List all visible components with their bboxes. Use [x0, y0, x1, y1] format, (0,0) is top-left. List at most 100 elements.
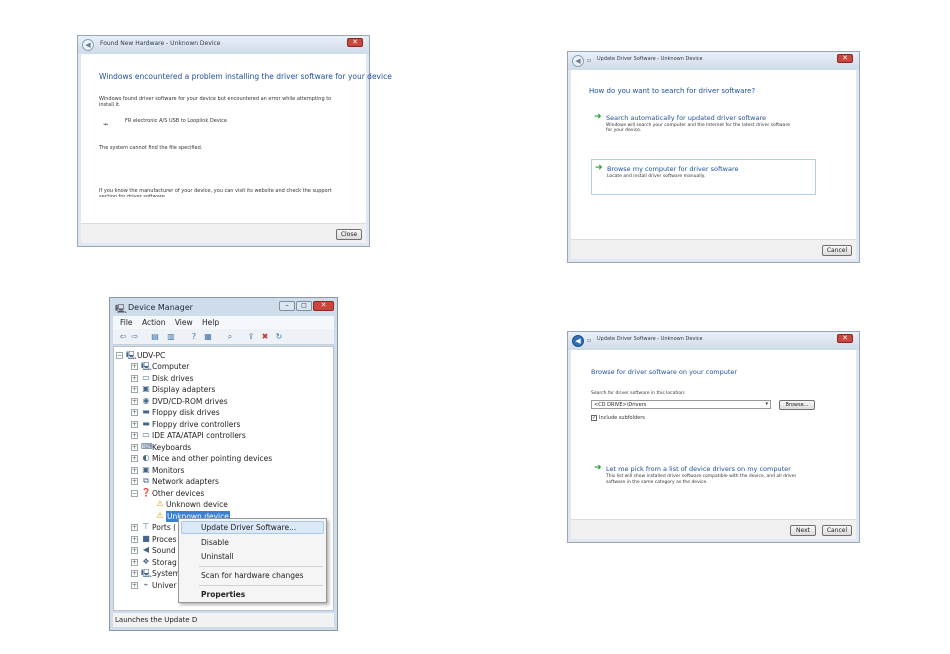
window-title: Update Driver Software - Unknown Device: [597, 56, 703, 62]
menu-file[interactable]: File: [120, 318, 133, 327]
path-combobox[interactable]: <CD DRIVE>\Drivers ▾: [591, 400, 771, 409]
speaker-icon: ◀: [142, 545, 150, 554]
close-icon[interactable]: ✕: [837, 54, 853, 63]
footer: Close: [81, 223, 366, 243]
footer: Cancel: [571, 239, 856, 259]
up-icon[interactable]: ▤: [150, 332, 160, 342]
warning-icon: ⚠: [156, 499, 164, 508]
error-line-1: Windows found driver software for your d…: [99, 96, 332, 102]
error-line-2: install it.: [99, 102, 121, 108]
chevron-down-icon: ▾: [765, 401, 768, 407]
window-title: Device Manager: [128, 303, 193, 312]
window-title: Update Driver Software - Unknown Device: [597, 336, 703, 342]
mouse-icon: ◐: [142, 453, 150, 462]
close-icon[interactable]: ✕: [837, 334, 853, 343]
title-bar: ◀ ▫ Update Driver Software - Unknown Dev…: [568, 52, 859, 70]
other-devices-icon: ❓: [141, 487, 151, 497]
port-icon: ⊤: [142, 522, 150, 531]
path-value: <CD DRIVE>\Drivers: [594, 402, 647, 408]
found-new-hardware-window: ◀ Found New Hardware - Unknown Device ✕ …: [77, 35, 392, 247]
option-description: Locate and install driver software manua…: [607, 174, 706, 179]
content-area: Browse for driver software on your compu…: [571, 350, 856, 522]
include-subfolders-checkbox[interactable]: ✓: [591, 415, 597, 421]
title-bar: ◀ Found New Hardware - Unknown Device ✕: [78, 36, 369, 54]
usb-icon: ⌁: [143, 579, 149, 589]
menu-item-disable[interactable]: Disable: [201, 538, 229, 547]
processor-icon: ■: [142, 533, 150, 543]
browse-computer-option[interactable]: ➜ Browse my computer for driver software…: [591, 159, 816, 195]
arrow-icon: ➜: [595, 163, 603, 173]
menu-help[interactable]: Help: [202, 318, 219, 327]
page-heading: Browse for driver software on your compu…: [591, 368, 738, 376]
minimize-button[interactable]: –: [279, 301, 295, 311]
menu-view[interactable]: View: [175, 318, 193, 327]
content-area: How do you want to search for driver sof…: [571, 70, 856, 242]
floppy-icon: ▬: [142, 407, 150, 416]
usb-device-icon: ⌁: [103, 120, 109, 130]
search-automatically-option[interactable]: ➜ Search automatically for updated drive…: [591, 112, 827, 138]
properties-icon[interactable]: ▦: [203, 332, 213, 342]
option-title: Browse my computer for driver software: [607, 165, 739, 173]
menu-item-scan-hardware[interactable]: Scan for hardware changes: [201, 571, 304, 580]
tip-line-2: section for driver software.: [99, 194, 167, 197]
search-location-label: Search for driver software in this locat…: [591, 391, 686, 396]
menu-separator: [199, 566, 323, 567]
content-area: Windows encountered a problem installing…: [81, 54, 392, 224]
enable-icon[interactable]: ↻: [274, 332, 284, 342]
scan-hardware-icon[interactable]: ⌕: [225, 332, 235, 342]
monitor-icon: ▣: [142, 464, 150, 474]
menu-bar: File Action View Help: [113, 316, 334, 329]
warning-icon: ⚠: [156, 510, 164, 520]
maximize-button[interactable]: □: [296, 301, 312, 311]
close-button[interactable]: ✕: [313, 301, 334, 311]
display-icon: ▣: [142, 384, 150, 393]
show-hide-icon[interactable]: ▥: [166, 332, 176, 342]
menu-item-uninstall[interactable]: Uninstall: [201, 552, 234, 561]
controller-icon: ▬: [142, 418, 150, 428]
network-icon: ⧉: [143, 476, 149, 485]
option-description-2: for your device.: [606, 128, 642, 133]
update-driver-browse-window: ◀ ▫ Update Driver Software - Unknown Dev…: [567, 331, 860, 543]
ide-icon: ▭: [142, 430, 150, 439]
disk-icon: ▭: [142, 372, 150, 382]
option-title: Search automatically for updated driver …: [606, 114, 766, 122]
error-message: The system cannot find the file specifie…: [99, 145, 203, 151]
option-description-2: software in the same category as the dev…: [606, 480, 708, 485]
menu-item-properties[interactable]: Properties: [201, 590, 245, 599]
update-driver-icon[interactable]: ⇪: [246, 332, 256, 342]
title-bar: 🖳 Device Manager – □ ✕: [110, 298, 337, 316]
footer: Next Cancel: [571, 519, 856, 539]
cancel-button[interactable]: Cancel: [822, 525, 852, 536]
back-icon[interactable]: ◀: [572, 335, 584, 347]
pick-from-list-option[interactable]: ➜ Let me pick from a list of device driv…: [591, 463, 823, 489]
update-driver-search-window: ◀ ▫ Update Driver Software - Unknown Dev…: [567, 51, 860, 263]
computer-icon: 🖳: [126, 351, 137, 360]
menu-item-update-driver[interactable]: Update Driver Software...: [201, 523, 296, 532]
status-bar: Launches the Update D: [113, 613, 334, 627]
arrow-icon: ➜: [594, 463, 602, 473]
device-icon: ▫: [587, 57, 592, 64]
help-icon[interactable]: ?: [189, 332, 199, 342]
device-name: FR electronic A/S USB to Looplink Device: [125, 118, 227, 124]
back-icon[interactable]: ◀: [82, 39, 94, 51]
menu-action[interactable]: Action: [142, 318, 166, 327]
page-heading: How do you want to search for driver sof…: [589, 87, 756, 95]
close-icon[interactable]: ✕: [347, 38, 363, 47]
back-icon[interactable]: ◀: [572, 55, 584, 67]
forward-arrow-icon[interactable]: ⇨: [130, 332, 140, 342]
option-description-1: This list will show installed driver sof…: [606, 474, 797, 479]
keyboard-icon: ⌨: [141, 441, 153, 451]
cancel-button[interactable]: Cancel: [822, 245, 852, 256]
uninstall-icon[interactable]: ✖: [260, 332, 270, 342]
back-arrow-icon[interactable]: ⇦: [118, 332, 128, 342]
device-icon: ▫: [587, 337, 592, 344]
toolbar: ⇦ ⇨ ▤ ▥ ? ▦ ⌕ ⇪ ✖ ↻: [113, 329, 334, 345]
close-button[interactable]: Close: [336, 229, 362, 240]
browse-button[interactable]: Browse...: [779, 400, 815, 410]
storage-icon: ❖: [142, 556, 150, 566]
page-heading: Windows encountered a problem installing…: [99, 72, 392, 81]
arrow-icon: ➜: [594, 112, 602, 122]
option-title: Let me pick from a list of device driver…: [606, 465, 791, 473]
next-button[interactable]: Next: [790, 525, 816, 536]
title-bar: ◀ ▫ Update Driver Software - Unknown Dev…: [568, 332, 859, 350]
